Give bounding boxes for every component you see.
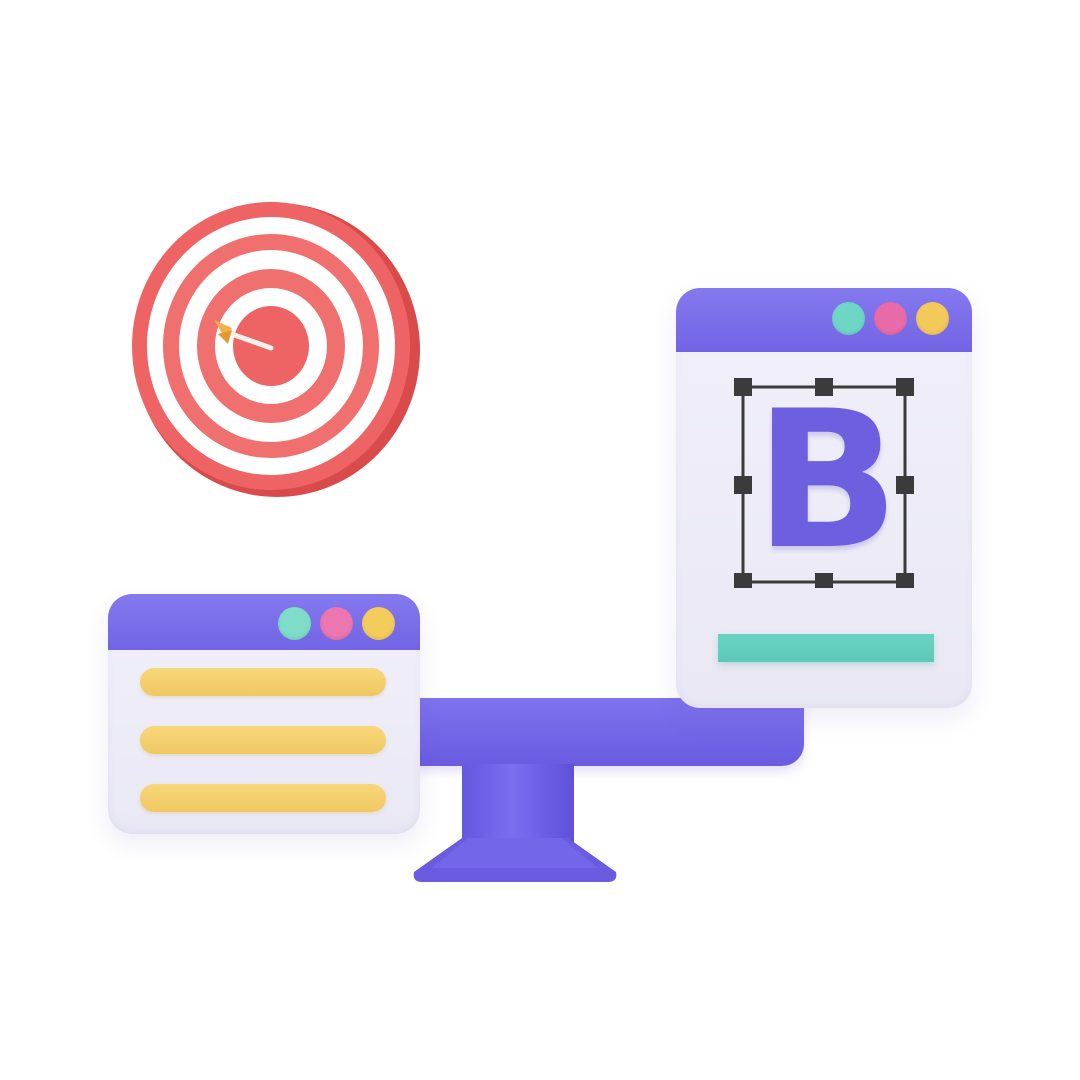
selection-frame-icon	[732, 376, 922, 588]
monitor-base	[412, 838, 618, 884]
text-lines-window	[108, 594, 420, 834]
text-line-bar	[140, 726, 386, 754]
target-icon	[128, 196, 420, 498]
teal-dot-icon	[832, 302, 865, 335]
illustration-scene: B	[0, 0, 1080, 1080]
teal-dot-icon	[278, 607, 311, 640]
monitor-neck	[462, 764, 574, 844]
design-window: B	[676, 288, 972, 708]
yellow-dot-icon	[362, 607, 395, 640]
monitor-bar	[404, 698, 804, 766]
text-line-bar	[140, 784, 386, 812]
text-line-bar	[140, 668, 386, 696]
teal-bar	[718, 634, 934, 662]
pink-dot-icon	[874, 302, 907, 335]
window-header	[108, 594, 420, 650]
pink-dot-icon	[320, 607, 353, 640]
window-header	[676, 288, 972, 352]
yellow-dot-icon	[916, 302, 949, 335]
